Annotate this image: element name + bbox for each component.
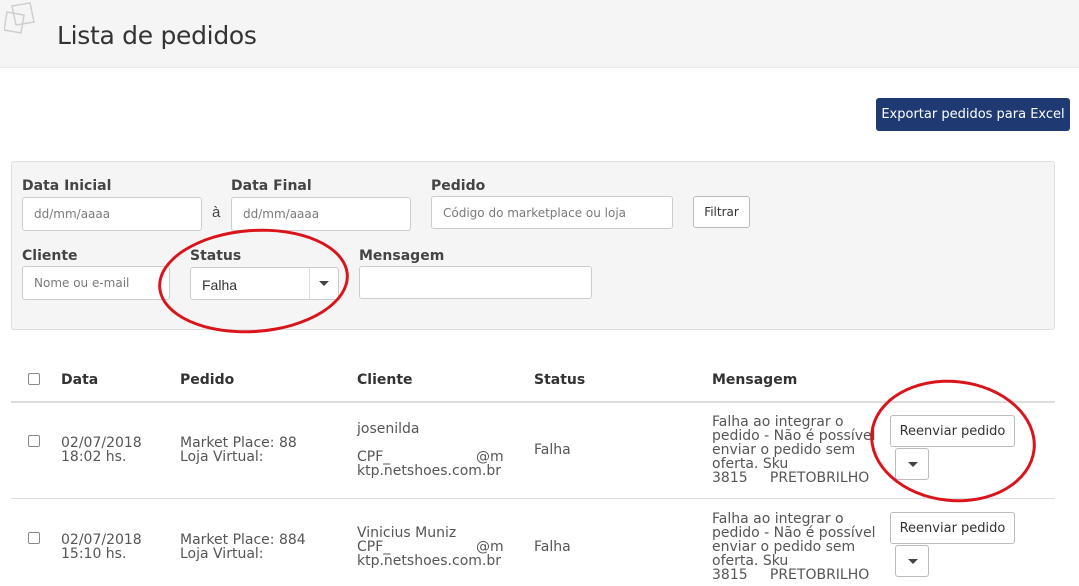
filter-panel xyxy=(11,161,1055,330)
row-message-line: 3815 PRETOBRILHO xyxy=(712,470,870,486)
date-range-separator: à xyxy=(212,204,221,221)
row-cliente-email-start: @m xyxy=(476,539,504,555)
row-time: 15:10 hs. xyxy=(61,546,127,562)
select-divider xyxy=(309,268,310,299)
page-header: Lista de pedidos xyxy=(0,0,1079,68)
row-message-line: Falha ao integrar o xyxy=(712,414,844,430)
table-header-divider xyxy=(11,401,1055,403)
row-checkbox[interactable] xyxy=(28,435,40,447)
row-divider xyxy=(11,498,1055,499)
row-message-line: enviar o pedido sem xyxy=(712,442,856,458)
row-cliente-email-start: @m xyxy=(476,449,504,465)
row-cliente-nome: josenilda xyxy=(357,421,420,437)
row-pedido-loja: Loja Virtual: xyxy=(180,449,264,465)
row-pedido-marketplace: Market Place: 884 xyxy=(180,532,306,548)
row-checkbox[interactable] xyxy=(28,532,40,544)
page-title: Lista de pedidos xyxy=(57,21,257,50)
pedido-input[interactable] xyxy=(431,196,673,229)
chevron-down-icon xyxy=(908,462,918,467)
row-message-line: pedido - Não é possível xyxy=(712,525,876,541)
mensagem-label: Mensagem xyxy=(359,248,445,264)
status-select[interactable]: Falha xyxy=(190,267,339,300)
row-status: Falha xyxy=(534,539,571,555)
row-time: 18:02 hs. xyxy=(61,449,127,465)
column-header-status: Status xyxy=(534,372,586,388)
row-cliente-email-end: ktp.netshoes.com.br xyxy=(357,463,501,479)
row-message-line: oferta. Sku xyxy=(712,456,789,472)
row-status: Falha xyxy=(534,442,571,458)
data-final-input[interactable] xyxy=(231,197,411,231)
row-date: 02/07/2018 xyxy=(61,532,142,548)
resend-order-button[interactable]: Reenviar pedido xyxy=(890,512,1015,544)
status-label: Status xyxy=(190,248,242,264)
column-header-pedido: Pedido xyxy=(180,372,235,388)
filter-button[interactable]: Filtrar xyxy=(693,196,750,228)
cliente-label: Cliente xyxy=(22,248,78,264)
row-pedido-marketplace: Market Place: 88 xyxy=(180,435,297,451)
row-cliente-cpf: CPF_ xyxy=(357,449,391,465)
pedido-label: Pedido xyxy=(431,178,486,194)
row-message-line: 3815 PRETOBRILHO xyxy=(712,567,870,583)
row-message-line: pedido - Não é possível xyxy=(712,428,876,444)
chevron-down-icon xyxy=(908,559,918,564)
document-stack-icon xyxy=(4,2,35,34)
column-header-mensagem: Mensagem xyxy=(712,372,798,388)
resend-order-button[interactable]: Reenviar pedido xyxy=(890,415,1015,447)
mensagem-input[interactable] xyxy=(359,266,592,299)
chevron-down-icon xyxy=(319,281,329,286)
data-final-label: Data Final xyxy=(231,178,312,194)
row-message-line: enviar o pedido sem xyxy=(712,539,856,555)
row-message-line: Falha ao integrar o xyxy=(712,511,844,527)
row-cliente-nome: Vinicius Muniz xyxy=(357,525,457,541)
column-header-data: Data xyxy=(61,372,99,388)
column-header-cliente: Cliente xyxy=(357,372,413,388)
row-actions-dropdown[interactable] xyxy=(895,545,929,577)
data-inicial-label: Data Inicial xyxy=(22,178,112,194)
row-date: 02/07/2018 xyxy=(61,435,142,451)
row-cliente-email-end: ktp.netshoes.com.br xyxy=(357,553,501,569)
row-cliente-cpf: CPF_ xyxy=(357,539,391,555)
cliente-input[interactable] xyxy=(22,266,170,300)
row-message-line: oferta. Sku xyxy=(712,553,789,569)
row-pedido-loja: Loja Virtual: xyxy=(180,546,264,562)
status-select-value: Falha xyxy=(202,277,238,293)
export-excel-button[interactable]: Exportar pedidos para Excel xyxy=(876,98,1070,131)
row-actions-dropdown[interactable] xyxy=(895,448,929,480)
select-all-checkbox[interactable] xyxy=(28,373,40,385)
data-inicial-input[interactable] xyxy=(22,197,202,231)
